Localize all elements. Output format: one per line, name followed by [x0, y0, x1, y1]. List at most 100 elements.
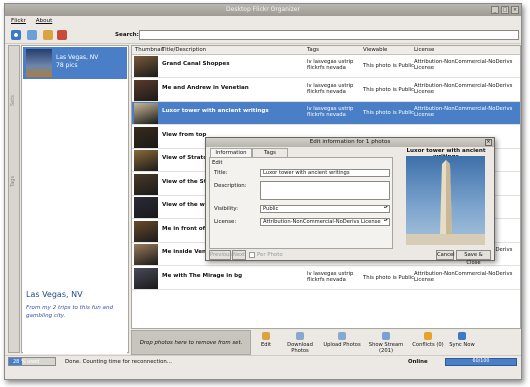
- row-viewable: This photo is Public: [363, 274, 415, 281]
- preview-image: [406, 156, 485, 245]
- description-label: Description:: [214, 183, 247, 189]
- minimize-button[interactable]: _: [491, 6, 499, 14]
- tab-tags[interactable]: Tags: [10, 156, 19, 206]
- refresh-icon[interactable]: [11, 30, 21, 40]
- window-title: Desktop Flickr Organizer: [226, 6, 300, 13]
- license-select[interactable]: Attribution-NonCommercial-NoDerivs Licen…: [260, 218, 390, 226]
- next-button[interactable]: Next: [232, 250, 246, 260]
- remove-dropzone[interactable]: Drop photos here to remove from set.: [131, 330, 251, 355]
- edit-label: Edit: [260, 342, 272, 348]
- search-label: Search:: [115, 32, 139, 38]
- action-bar: Edit Download Photos Upload Photos Show …: [255, 330, 521, 355]
- quota-bar: 28 % used: [8, 357, 56, 366]
- row-thumbnail: [134, 267, 158, 289]
- row-title: View of the Str: [162, 178, 210, 185]
- row-viewable: This photo is Public: [363, 86, 415, 93]
- license-label: License:: [214, 219, 237, 225]
- edit-icon[interactable]: [43, 30, 53, 40]
- row-license: Attribution-NonCommercial-NoDerivs Licen…: [414, 59, 513, 71]
- app-window: Desktop Flickr Organizer _ □ × Flickr Ab…: [4, 3, 522, 380]
- menu-about[interactable]: About: [36, 18, 53, 24]
- header-tags[interactable]: Tags: [307, 47, 319, 53]
- add-icon[interactable]: [27, 30, 37, 40]
- row-title: View of the wh: [162, 202, 209, 208]
- conflicts-label: Conflicts (0): [412, 342, 444, 348]
- download-button[interactable]: Download Photos: [279, 330, 321, 355]
- row-thumbnail: [134, 103, 158, 124]
- cancel-button[interactable]: Cancel: [436, 250, 455, 260]
- warning-icon: [424, 332, 432, 340]
- row-tags: lv lasvegas ustrip flickrfs nevada: [307, 270, 354, 283]
- title-bar: Desktop Flickr Organizer _ □ ×: [5, 4, 521, 16]
- sync-label: Sync Now: [449, 342, 475, 348]
- row-thumbnail: [134, 150, 158, 171]
- conflicts-button[interactable]: Conflicts (0): [411, 330, 445, 355]
- row-thumbnail: [134, 79, 158, 101]
- sync-button[interactable]: Sync Now: [447, 330, 477, 355]
- status-message: Done. Counting time for reconnection...: [65, 359, 172, 365]
- row-thumbnail: [134, 56, 158, 77]
- tab-tags[interactable]: Tags: [252, 148, 288, 157]
- table-header: Thumbnail Title/Description Tags Viewabl…: [132, 46, 520, 55]
- sync-progress: 60/100: [445, 358, 517, 366]
- edit-icon: [262, 332, 270, 340]
- row-thumbnail: [134, 126, 158, 148]
- title-label: Title:: [214, 170, 228, 176]
- tab-sets[interactable]: Sets: [10, 76, 19, 126]
- menu-bar: Flickr About: [5, 16, 521, 26]
- close-button[interactable]: ×: [511, 6, 519, 14]
- visibility-select[interactable]: Public: [260, 205, 390, 213]
- row-tags: lv lasvegas ustrip flickrfs nevada: [307, 59, 354, 71]
- row-title: Grand Canal Shoppes: [162, 61, 230, 67]
- row-license: Attribution-NonCommercial-NoDerivs Licen…: [414, 106, 513, 118]
- edit-section-label: Edit: [212, 160, 223, 166]
- row-thumbnail: [134, 173, 158, 195]
- row-title: View from top: [162, 131, 207, 138]
- row-title: Luxor tower with ancient writings: [162, 108, 269, 114]
- download-label: Download Photos: [287, 342, 313, 354]
- row-thumbnail: [134, 220, 158, 242]
- dialog-close-button[interactable]: ×: [485, 139, 492, 146]
- previous-button[interactable]: Previous: [209, 250, 232, 260]
- tab-information[interactable]: Information: [210, 148, 252, 157]
- per-photo-label: Per Photo: [257, 252, 283, 258]
- menu-flickr[interactable]: Flickr: [11, 18, 26, 24]
- set-detail-description: From my 2 trips to this fun and gambling…: [26, 305, 114, 319]
- row-license: Attribution-NonCommercial-NoDerivs Licen…: [414, 270, 513, 283]
- row-thumbnail: [134, 197, 158, 218]
- row-title: Me in front of: [162, 225, 206, 232]
- side-tabstrip: Sets Tags: [8, 45, 20, 353]
- upload-button[interactable]: Upload Photos: [323, 330, 361, 355]
- table-row[interactable]: Me with The Mirage in bg lv lasvegas ustr…: [132, 266, 520, 290]
- per-photo-checkbox[interactable]: [249, 252, 255, 258]
- table-row[interactable]: Grand Canal Shoppes lv lasvegas ustrip fl…: [132, 55, 520, 78]
- table-row[interactable]: Luxor tower with ancient writings lv lasv…: [132, 102, 520, 125]
- quota-text: 28 % used: [13, 359, 40, 365]
- toolbar: Search:: [5, 27, 521, 44]
- status-bar: 28 % used Done. Counting time for reconn…: [5, 355, 521, 367]
- title-field[interactable]: Luxor tower with ancient writings: [260, 169, 390, 177]
- dialog-title: Edit information for 1 photos: [206, 138, 494, 147]
- header-thumbnail[interactable]: Thumbnail: [135, 47, 164, 53]
- edit-button[interactable]: Edit: [255, 330, 277, 355]
- show-stream-button[interactable]: Show Stream (201): [363, 330, 409, 355]
- edit-dialog: Edit information for 1 photos × Informat…: [205, 137, 495, 266]
- visibility-label: Visibility:: [214, 206, 239, 212]
- header-title[interactable]: Title/Description: [162, 47, 206, 53]
- description-field[interactable]: [260, 181, 390, 200]
- online-status: Online: [408, 359, 428, 365]
- obelisk-photo: [406, 160, 485, 245]
- set-item[interactable]: Las Vegas, NV 78 pics: [23, 47, 127, 79]
- table-row[interactable]: Me and Andrew in Venetian lv lasvegas ust…: [132, 78, 520, 102]
- maximize-button[interactable]: □: [501, 6, 509, 14]
- row-title: Me and Andrew in Venetian: [162, 84, 249, 91]
- row-viewable: This photo is Public: [363, 63, 415, 69]
- row-title: Me with The Mirage in bg: [162, 272, 243, 279]
- save-close-button[interactable]: Save & Close: [456, 250, 491, 266]
- header-viewable[interactable]: Viewable: [363, 47, 387, 53]
- logout-icon[interactable]: [57, 30, 67, 40]
- set-detail-title: Las Vegas, NV: [26, 290, 83, 299]
- row-tags: lv lasvegas ustrip flickrfs nevada: [307, 106, 354, 118]
- header-license[interactable]: License: [414, 47, 434, 53]
- search-input[interactable]: [139, 30, 519, 40]
